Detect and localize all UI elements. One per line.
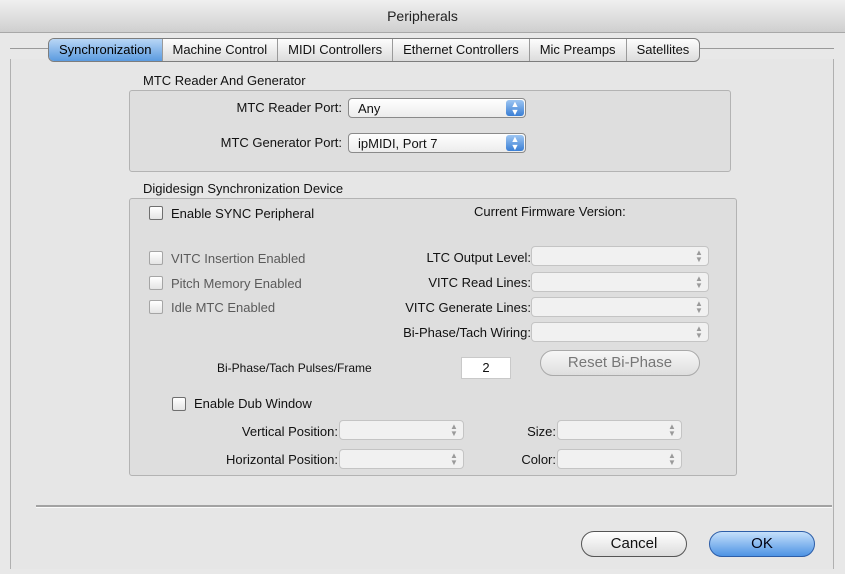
biphase-wiring-select[interactable]: ▲ ▼ [531, 322, 709, 342]
mtc-group-title: MTC Reader And Generator [143, 73, 306, 88]
sync-group-title: Digidesign Synchronization Device [143, 181, 344, 196]
color-label: Color: [521, 452, 556, 467]
tab-machine-control[interactable]: Machine Control [163, 39, 279, 61]
horizontal-position-label: Horizontal Position: [226, 452, 338, 467]
updown-arrows-icon: ▲ ▼ [450, 451, 458, 467]
tab-ethernet-controllers[interactable]: Ethernet Controllers [393, 39, 530, 61]
biphase-wiring-label: Bi-Phase/Tach Wiring: [403, 325, 531, 340]
mtc-generator-value: ipMIDI, Port 7 [358, 136, 438, 151]
ltc-output-select[interactable]: ▲ ▼ [531, 246, 709, 266]
updown-arrows-icon: ▲ ▼ [668, 422, 676, 438]
updown-arrows-icon: ▲ ▼ [506, 100, 524, 117]
updown-arrows-icon: ▲ ▼ [695, 248, 703, 264]
pulses-per-frame-label: Bi-Phase/Tach Pulses/Frame [217, 361, 372, 375]
vitc-read-label: VITC Read Lines: [428, 275, 531, 290]
updown-arrows-icon: ▲ ▼ [695, 274, 703, 290]
window-title: Peripherals [0, 0, 845, 33]
vitc-insertion-label: VITC Insertion Enabled [171, 251, 306, 266]
ok-button[interactable]: OK [709, 531, 815, 557]
size-label: Size: [527, 424, 556, 439]
firmware-version-label: Current Firmware Version: [474, 204, 626, 219]
tab-mic-preamps[interactable]: Mic Preamps [530, 39, 627, 61]
enable-sync-label: Enable SYNC Peripheral [171, 206, 315, 221]
horizontal-position-select[interactable]: ▲ ▼ [339, 449, 464, 469]
footer-separator [36, 505, 832, 508]
color-select[interactable]: ▲ ▼ [557, 449, 682, 469]
size-select[interactable]: ▲ ▼ [557, 420, 682, 440]
vitc-read-select[interactable]: ▲ ▼ [531, 272, 709, 292]
updown-arrows-icon: ▲ ▼ [695, 324, 703, 340]
pitch-memory-label: Pitch Memory Enabled [171, 276, 302, 291]
pulses-per-frame-field[interactable]: 2 [461, 357, 511, 379]
tab-bar: Synchronization Machine Control MIDI Con… [48, 38, 701, 62]
updown-arrows-icon: ▲ ▼ [506, 135, 524, 152]
tab-satellites[interactable]: Satellites [627, 39, 700, 61]
vitc-generate-select[interactable]: ▲ ▼ [531, 297, 709, 317]
mtc-generator-label: MTC Generator Port: [220, 135, 342, 150]
ltc-output-label: LTC Output Level: [426, 250, 531, 265]
reset-biphase-button[interactable]: Reset Bi-Phase [540, 350, 700, 376]
idle-mtc-checkbox[interactable] [149, 300, 163, 314]
vitc-insertion-checkbox[interactable] [149, 251, 163, 265]
vertical-position-label: Vertical Position: [241, 424, 338, 439]
tab-synchronization[interactable]: Synchronization [49, 39, 163, 61]
enable-dub-window-checkbox[interactable] [172, 397, 186, 411]
vertical-position-select[interactable]: ▲ ▼ [339, 420, 464, 440]
idle-mtc-label: Idle MTC Enabled [171, 300, 276, 315]
updown-arrows-icon: ▲ ▼ [695, 299, 703, 315]
updown-arrows-icon: ▲ ▼ [450, 422, 458, 438]
enable-sync-checkbox[interactable] [149, 206, 163, 220]
tab-midi-controllers[interactable]: MIDI Controllers [278, 39, 394, 61]
mtc-reader-value: Any [358, 101, 381, 116]
pitch-memory-checkbox[interactable] [149, 276, 163, 290]
mtc-reader-label: MTC Reader Port: [236, 100, 342, 115]
mtc-generator-port-select[interactable]: ipMIDI, Port 7 ▲ ▼ [348, 133, 526, 153]
mtc-reader-port-select[interactable]: Any ▲ ▼ [348, 98, 526, 118]
updown-arrows-icon: ▲ ▼ [668, 451, 676, 467]
cancel-button[interactable]: Cancel [581, 531, 687, 557]
peripherals-window: Peripherals Synchronization Machine Cont… [0, 0, 845, 574]
enable-dub-window-label: Enable Dub Window [194, 396, 312, 411]
vitc-generate-label: VITC Generate Lines: [405, 300, 531, 315]
